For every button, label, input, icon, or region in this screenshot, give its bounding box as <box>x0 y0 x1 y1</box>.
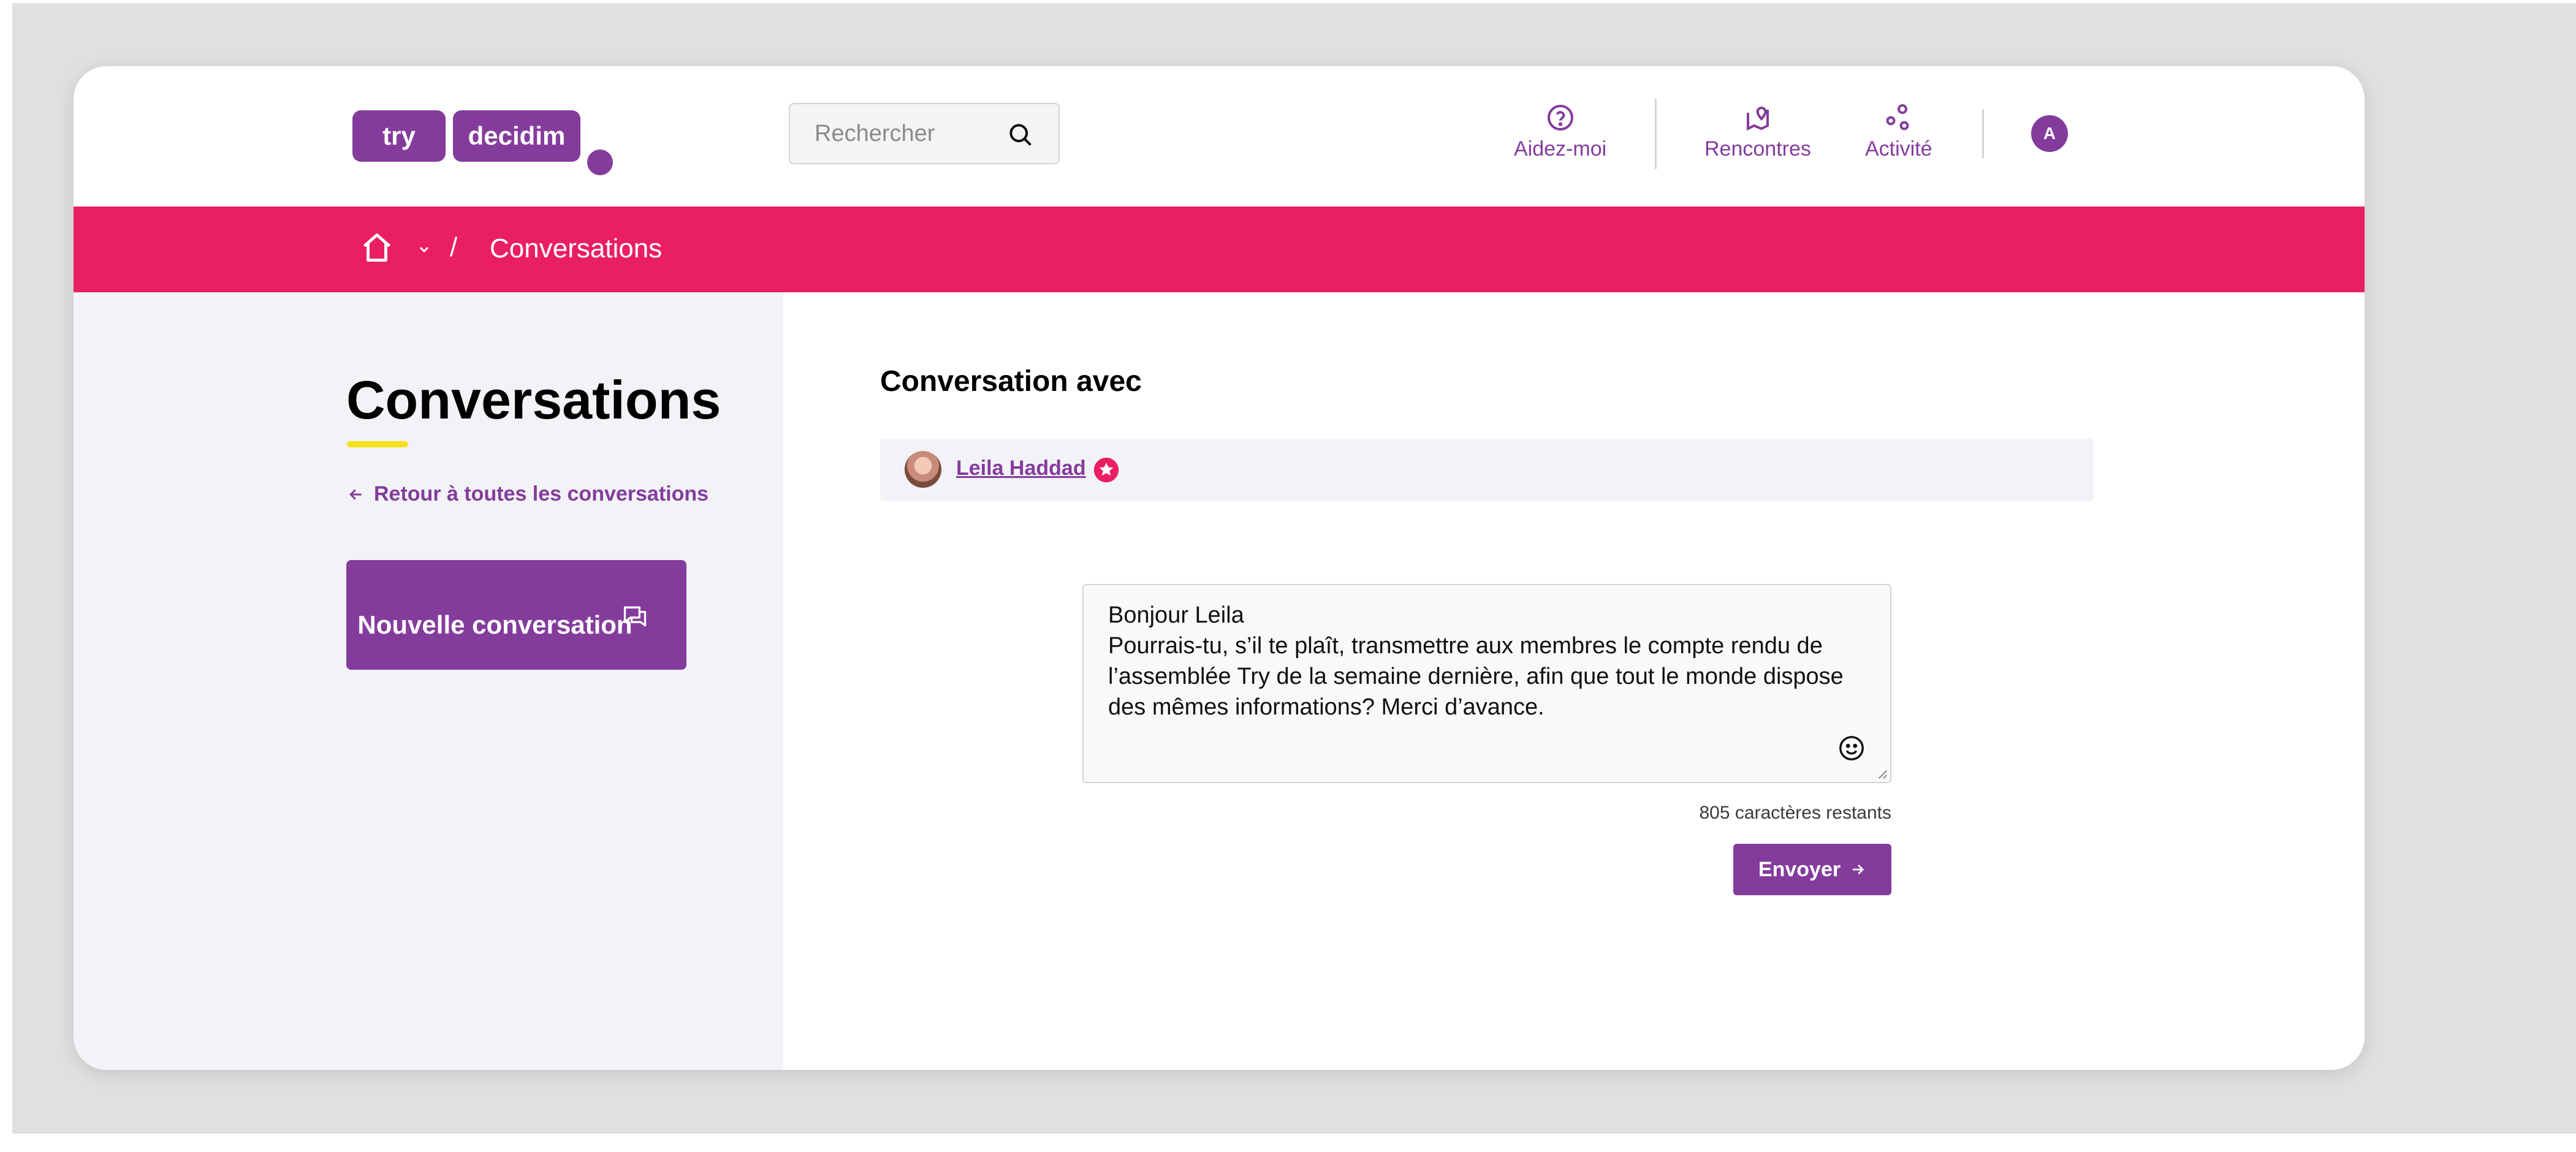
verified-star-icon <box>1093 457 1119 483</box>
message-textarea[interactable]: Bonjour Leila Pourrais-tu, s’il te plaît… <box>1108 600 1874 753</box>
breadcrumb: / Conversations <box>74 207 2365 292</box>
characters-remaining: 805 caractères restants <box>1699 803 1892 823</box>
nav-meetings-label: Rencontres <box>1704 137 1811 161</box>
nav-help-label: Aidez-moi <box>1514 137 1607 161</box>
back-link-label: Retour à toutes les conversations <box>374 482 709 506</box>
search-input[interactable] <box>815 120 998 147</box>
nav-meetings[interactable]: Rencontres <box>1704 103 1811 161</box>
conversation-heading: Conversation avec <box>880 365 1142 398</box>
sidebar: Conversations Retour à toutes les conver… <box>74 292 783 1070</box>
send-button[interactable]: Envoyer <box>1733 844 1891 895</box>
logo-dot <box>587 150 613 175</box>
arrow-left-icon <box>349 488 362 500</box>
back-to-conversations-link[interactable]: Retour à toutes les conversations <box>347 482 709 506</box>
message-field[interactable]: Bonjour Leila Pourrais-tu, s’il te plaît… <box>1082 584 1891 783</box>
participant-name-link[interactable]: Leila Haddad <box>956 457 1086 480</box>
breadcrumb-current: Conversations <box>490 233 663 263</box>
page-title: Conversations <box>346 369 721 430</box>
activity-icon <box>1886 104 1909 131</box>
emoji-icon[interactable] <box>1837 734 1866 762</box>
user-avatar[interactable]: A <box>2031 115 2068 152</box>
new-conversation-button[interactable]: Nouvelle conversation <box>346 560 686 670</box>
site-header: try decidim Aidez-moi Rencontres Activit… <box>74 66 2365 207</box>
logo-decidim: decidim <box>453 110 580 162</box>
conversation-panel: Conversation avec Leila Haddad Bonjour L… <box>783 292 2365 1070</box>
avatar <box>905 451 941 488</box>
chevron-down-icon[interactable] <box>417 242 431 257</box>
nav-activity-label: Activité <box>1865 137 1932 161</box>
arrow-right-icon <box>1852 865 1864 874</box>
nav-divider <box>1655 99 1657 169</box>
logo-try: try <box>352 110 446 162</box>
send-label: Envoyer <box>1758 857 1841 881</box>
home-icon[interactable] <box>359 230 395 265</box>
resize-handle-icon[interactable] <box>1877 768 1888 779</box>
app-window: try decidim Aidez-moi Rencontres Activit… <box>74 66 2365 1070</box>
breadcrumb-separator: / <box>450 232 458 262</box>
new-conversation-label: Nouvelle conversation <box>357 610 633 639</box>
question-icon <box>1547 105 1573 131</box>
map-pin-icon <box>1746 106 1769 131</box>
participant-row: Leila Haddad <box>880 439 2094 501</box>
nav-activity[interactable]: Activité <box>1865 103 1932 161</box>
nav-help[interactable]: Aidez-moi <box>1514 103 1606 161</box>
search-icon[interactable] <box>1007 121 1034 148</box>
search-box[interactable] <box>789 103 1060 164</box>
nav-divider <box>1982 109 1984 158</box>
title-underline <box>347 441 408 447</box>
chat-icon <box>623 606 647 627</box>
